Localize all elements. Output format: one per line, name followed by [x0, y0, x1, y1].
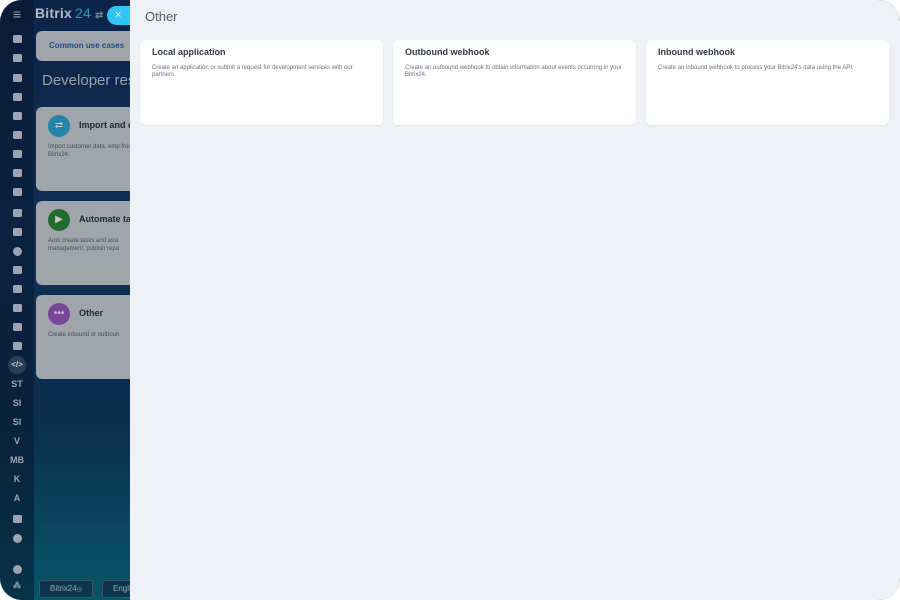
card-title: Local application — [152, 47, 226, 57]
card-description: Create an inbound webhook to process you… — [658, 65, 854, 71]
panel-title: Other — [145, 9, 178, 24]
card-title: Outbound webhook — [405, 47, 490, 57]
card-description: Create an outbound webhook to obtain inf… — [405, 65, 622, 78]
card-description: Create an application or submit a reques… — [152, 65, 353, 78]
app-frame: ≡ </> ST SI SI V MB K A ⁂ Bitrix 24 ⇄ Comm… — [0, 0, 900, 600]
slider-panel: Other Local application Create an applic… — [130, 0, 900, 600]
card-title: Inbound webhook — [658, 47, 735, 57]
inbound-webhook-card[interactable]: Inbound webhook Create an inbound webhoo… — [646, 40, 889, 125]
outbound-webhook-card[interactable]: Outbound webhook Create an outbound webh… — [393, 40, 636, 125]
local-application-card[interactable]: Local application Create an application … — [140, 40, 383, 125]
